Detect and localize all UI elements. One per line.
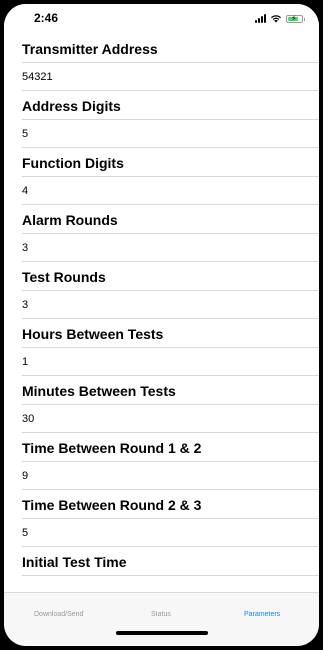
status-time: 2:46 <box>34 11 59 25</box>
param-value[interactable]: 4 <box>22 185 319 198</box>
param-label: Address Digits <box>22 98 121 114</box>
param-value[interactable]: 9 <box>22 470 319 483</box>
param-value-row[interactable] <box>22 576 319 592</box>
tab-status[interactable]: Status <box>151 611 171 618</box>
param-label-row: Function Digits <box>22 148 319 177</box>
param-label: Transmitter Address <box>22 41 158 57</box>
tab-bar: Download/Send Status Parameters <box>4 592 319 646</box>
param-value[interactable]: 30 <box>22 413 319 426</box>
param-label-row: Transmitter Address <box>22 34 319 63</box>
param-value[interactable]: 5 <box>22 128 319 141</box>
param-label: Time Between Round 2 & 3 <box>22 497 202 513</box>
param-value-row[interactable]: 3 <box>22 291 319 319</box>
param-label-row: Minutes Between Tests <box>22 376 319 405</box>
tab-download-send[interactable]: Download/Send <box>34 611 83 618</box>
home-indicator[interactable] <box>116 631 208 635</box>
battery-charging-icon: ⚡ <box>286 14 305 23</box>
param-label: Hours Between Tests <box>22 326 164 342</box>
param-value-row[interactable]: 9 <box>22 462 319 490</box>
param-label: Time Between Round 1 & 2 <box>22 440 202 456</box>
param-value[interactable]: 3 <box>22 242 319 255</box>
param-label-row: Test Rounds <box>22 262 319 291</box>
param-value[interactable]: 3 <box>22 299 319 312</box>
phone-screen: 2:46 ⚡ Transmitter Address 54321 Address… <box>4 4 319 646</box>
param-label-row: Hours Between Tests <box>22 319 319 348</box>
tab-parameters[interactable]: Parameters <box>244 611 280 618</box>
status-icons: ⚡ <box>255 13 305 23</box>
param-label: Test Rounds <box>22 269 106 285</box>
param-label-row: Address Digits <box>22 91 319 120</box>
charging-bolt-icon: ⚡ <box>291 14 297 23</box>
param-label-row: Initial Test Time <box>22 547 319 576</box>
param-value-row[interactable]: 5 <box>22 120 319 148</box>
param-label: Alarm Rounds <box>22 212 118 228</box>
param-label-row: Alarm Rounds <box>22 205 319 234</box>
param-value-row[interactable]: 4 <box>22 177 319 205</box>
signal-icon <box>255 14 266 23</box>
param-label: Minutes Between Tests <box>22 383 176 399</box>
param-value-row[interactable]: 3 <box>22 234 319 262</box>
param-label: Initial Test Time <box>22 554 127 570</box>
parameter-list[interactable]: Transmitter Address 54321 Address Digits… <box>4 34 319 592</box>
param-value[interactable]: 5 <box>22 527 319 540</box>
param-label-row: Time Between Round 1 & 2 <box>22 433 319 462</box>
param-value[interactable]: 54321 <box>22 71 319 84</box>
param-value-row[interactable]: 54321 <box>22 63 319 91</box>
status-bar: 2:46 ⚡ <box>4 4 319 34</box>
param-value-row[interactable]: 30 <box>22 405 319 433</box>
param-value[interactable]: 1 <box>22 356 319 369</box>
param-value-row[interactable]: 1 <box>22 348 319 376</box>
param-value-row[interactable]: 5 <box>22 519 319 547</box>
param-label-row: Time Between Round 2 & 3 <box>22 490 319 519</box>
wifi-icon <box>271 15 281 23</box>
param-label: Function Digits <box>22 155 124 171</box>
